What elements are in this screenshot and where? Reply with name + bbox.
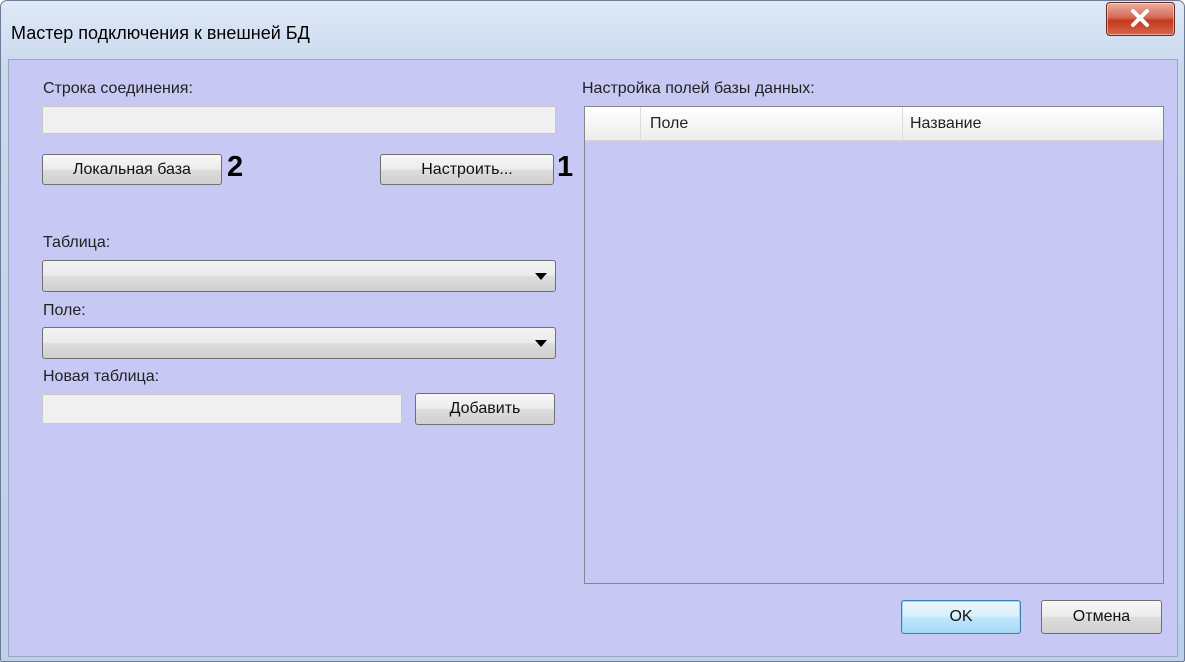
configure-button[interactable]: Настроить... bbox=[380, 154, 554, 185]
db-fields-grid[interactable]: Поле Название bbox=[584, 106, 1164, 584]
chevron-down-icon bbox=[535, 340, 547, 347]
dialog-client-area: Строка соединения: Локальная база 2 Наст… bbox=[8, 59, 1178, 657]
close-button[interactable] bbox=[1106, 2, 1175, 36]
column-header-field[interactable]: Поле bbox=[650, 115, 688, 133]
grid-header: Поле Название bbox=[585, 107, 1163, 141]
new-table-label: Новая таблица: bbox=[43, 368, 160, 385]
close-icon bbox=[1131, 9, 1149, 27]
new-table-field[interactable] bbox=[42, 394, 402, 424]
field-label: Поле: bbox=[43, 302, 86, 319]
cancel-button[interactable]: Отмена bbox=[1041, 600, 1162, 634]
connection-string-field[interactable] bbox=[42, 106, 556, 134]
chevron-down-icon bbox=[535, 273, 547, 280]
column-divider bbox=[902, 107, 903, 140]
callout-marker-1: 1 bbox=[557, 151, 574, 183]
table-label: Таблица: bbox=[43, 234, 111, 251]
connection-string-label: Строка соединения: bbox=[43, 80, 193, 97]
local-db-button[interactable]: Локальная база bbox=[42, 154, 222, 185]
db-fields-label: Настройка полей базы данных: bbox=[582, 80, 815, 97]
add-button[interactable]: Добавить bbox=[415, 393, 555, 425]
title-bar[interactable]: Мастер подключения к внешней БД bbox=[1, 1, 1184, 59]
table-select[interactable] bbox=[42, 260, 556, 292]
column-header-name[interactable]: Название bbox=[910, 115, 982, 133]
column-divider bbox=[640, 107, 641, 140]
dialog-window: Мастер подключения к внешней БД Строка с… bbox=[0, 0, 1185, 662]
ok-button[interactable]: OK bbox=[901, 600, 1021, 634]
window-title: Мастер подключения к внешней БД bbox=[11, 23, 310, 43]
field-select[interactable] bbox=[42, 327, 556, 359]
callout-marker-2: 2 bbox=[227, 151, 244, 183]
